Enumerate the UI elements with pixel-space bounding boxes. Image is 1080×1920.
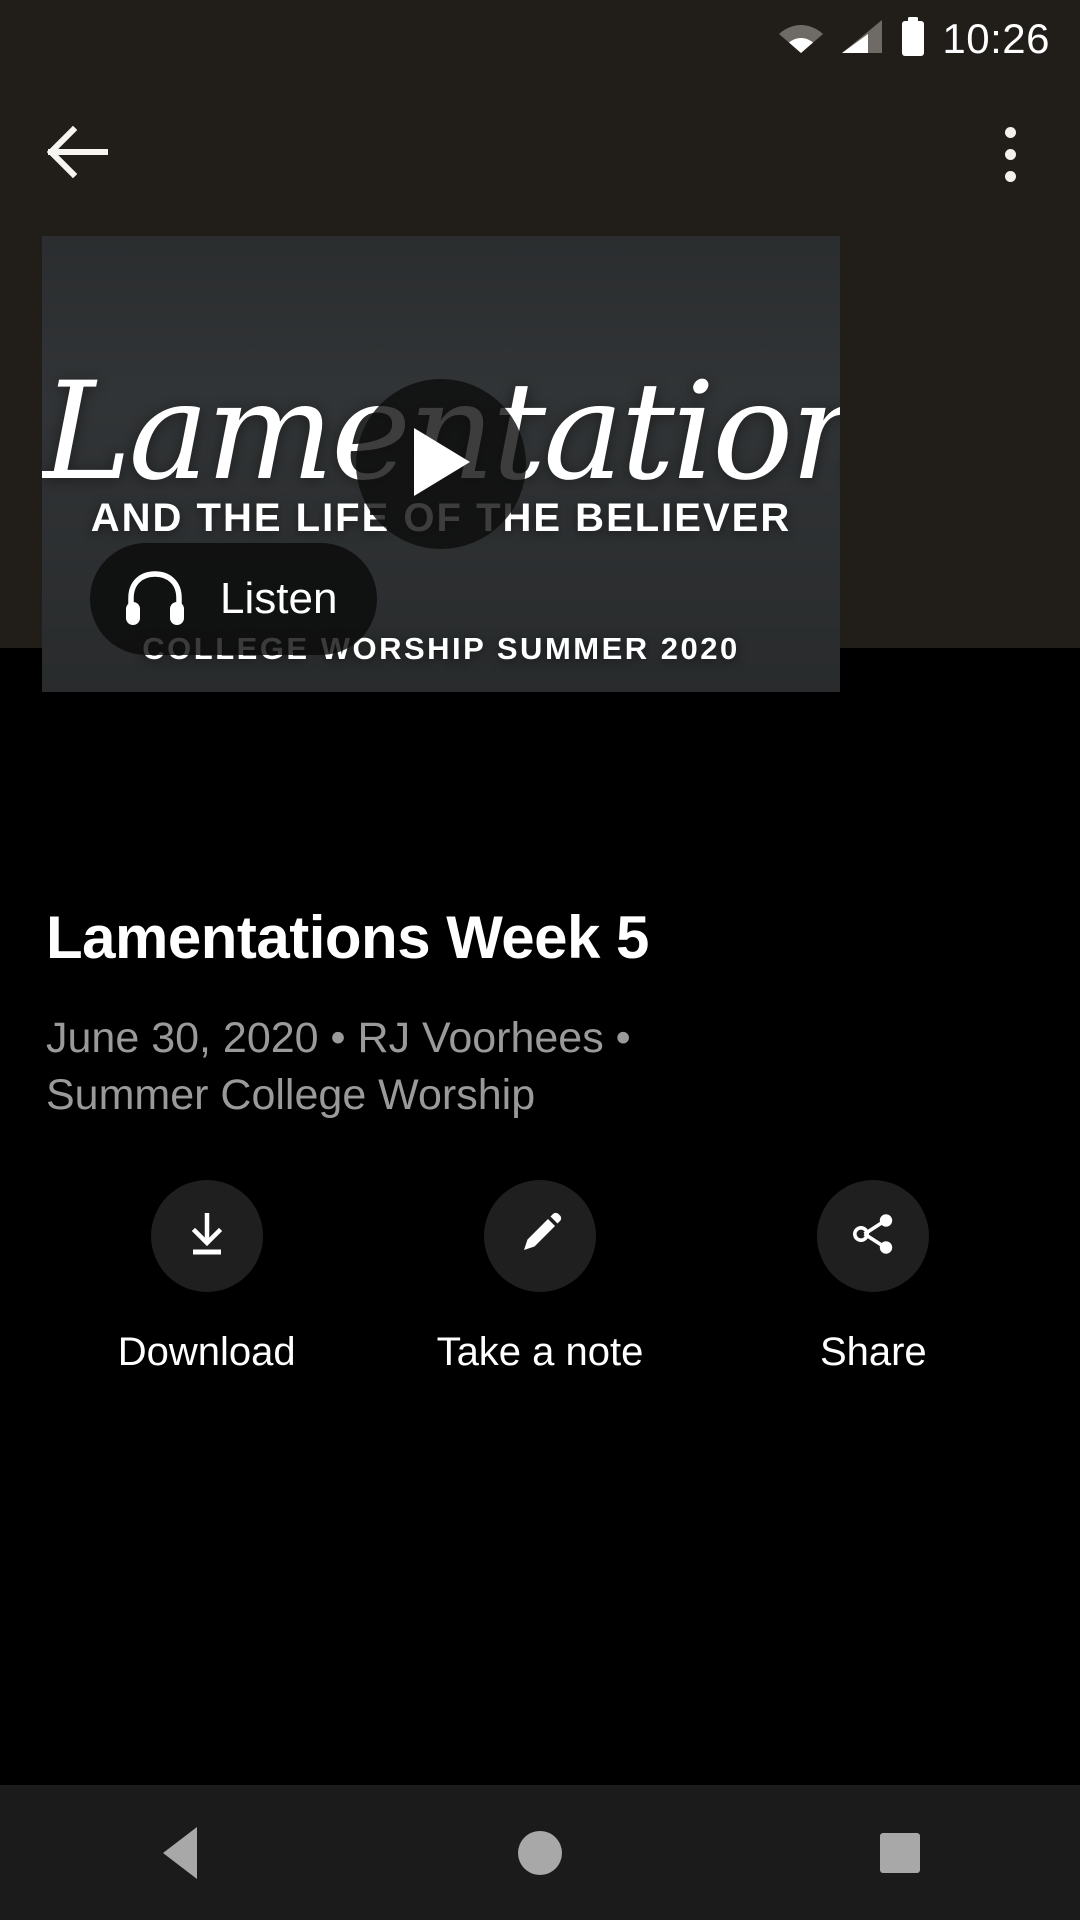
battery-icon (900, 16, 926, 62)
page-title: Lamentations Week 5 (46, 904, 649, 971)
action-row: Download Take a note Share (0, 1180, 1080, 1372)
status-bar-clock: 10:26 (942, 15, 1050, 62)
overflow-menu-icon (1004, 126, 1016, 138)
video-thumbnail[interactable]: Lamentations AND THE LIFE OF THE BELIEVE… (42, 236, 840, 692)
android-nav-bar (0, 1785, 1080, 1920)
nav-home-icon (518, 1830, 562, 1875)
take-a-note-label: Take a note (436, 1330, 644, 1374)
nav-back-button[interactable] (100, 1785, 260, 1920)
share-label: Share (819, 1330, 927, 1374)
nav-home-button[interactable] (460, 1785, 620, 1920)
play-icon (408, 425, 474, 504)
back-arrow-icon (46, 125, 109, 184)
play-button[interactable] (356, 379, 526, 549)
nav-back-icon (163, 1826, 197, 1879)
listen-label: Listen (220, 574, 338, 623)
app-bar (0, 78, 1080, 230)
screen-root: 10:26 Lamentations AND THE LIFE OF THE B… (0, 0, 1080, 1920)
download-button-circle (150, 1180, 263, 1292)
cellular-signal-icon (840, 19, 884, 60)
share-button-circle (817, 1180, 930, 1292)
overflow-menu-icon (1004, 170, 1016, 182)
media-meta: June 30, 2020 • RJ Voorhees • Summer Col… (46, 1014, 631, 1119)
pencil-icon (514, 1208, 566, 1265)
wifi-icon (778, 19, 824, 60)
download-icon (180, 1207, 234, 1266)
back-button[interactable] (40, 116, 116, 192)
download-label: Download (117, 1330, 296, 1374)
overflow-menu-button[interactable] (970, 114, 1050, 194)
take-a-note-button-circle (483, 1180, 596, 1292)
status-bar: 10:26 (0, 0, 1080, 78)
download-button[interactable]: Download (77, 1180, 337, 1372)
listen-button[interactable]: Listen (90, 543, 378, 655)
headphones-icon (124, 569, 186, 630)
share-button[interactable]: Share (743, 1180, 1003, 1372)
overflow-menu-icon (1004, 148, 1016, 160)
take-a-note-button[interactable]: Take a note (410, 1180, 670, 1372)
nav-recents-icon (880, 1832, 920, 1873)
nav-recents-button[interactable] (820, 1785, 980, 1920)
share-icon (846, 1207, 900, 1266)
